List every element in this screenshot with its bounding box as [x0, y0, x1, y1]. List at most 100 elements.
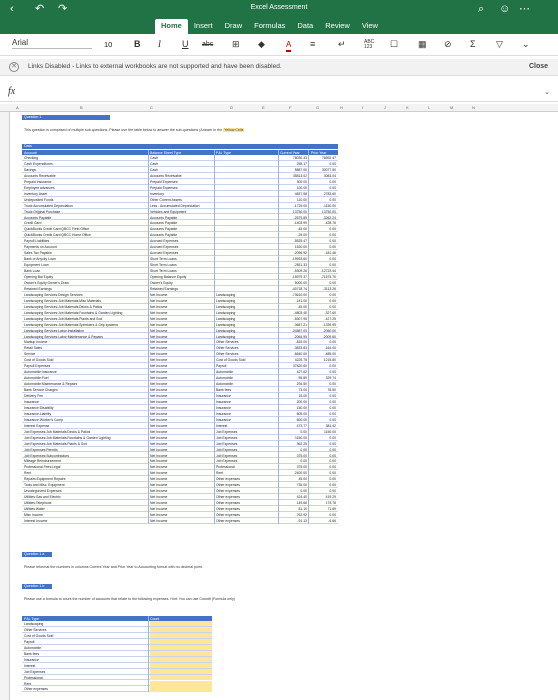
font-size-select[interactable]: 10 — [104, 40, 112, 49]
ribbon-more-icon[interactable]: ⌄ — [522, 39, 530, 50]
table-cell[interactable]: 0.00 — [310, 233, 336, 237]
table-cell[interactable]: Net Income — [150, 483, 212, 487]
table-cell[interactable]: 0.00 — [310, 483, 336, 487]
table-cell[interactable]: Cost of Goods Sold — [24, 358, 146, 362]
table-cell[interactable]: Inventory — [150, 192, 212, 196]
tab-insert[interactable]: Insert — [188, 19, 219, 34]
table-cell[interactable]: -3833.83 — [280, 346, 307, 350]
strikethrough-button[interactable]: abc — [202, 39, 213, 50]
table-cell[interactable]: Net Income — [150, 513, 212, 517]
table-cell[interactable]: 0.00 — [310, 370, 336, 374]
share-icon[interactable]: ☺ — [499, 3, 510, 15]
table-cell[interactable]: Net Income — [150, 335, 212, 339]
table-cell[interactable]: -2009.60 — [310, 335, 336, 339]
tab-view[interactable]: View — [356, 19, 384, 34]
table-cell[interactable]: 1215.80 — [310, 358, 336, 362]
table-cell[interactable]: 0.00 — [310, 293, 336, 297]
table-cell[interactable]: Net Income — [150, 293, 212, 297]
table-cell[interactable]: Net Income — [150, 370, 212, 374]
table-cell[interactable]: Owner's Equity — [150, 281, 212, 285]
sum-icon[interactable]: Σ — [470, 39, 476, 50]
pl-type-cell[interactable]: Cost of Goods Sold — [24, 634, 53, 638]
column-header[interactable]: L — [428, 105, 430, 110]
table-cell[interactable]: 110.00 — [280, 198, 307, 202]
count-answer-cell[interactable] — [150, 668, 212, 675]
count-answer-cell[interactable] — [150, 656, 212, 663]
table-cell[interactable]: Less - Accumulated Depreciation — [150, 204, 212, 208]
table-cell[interactable]: 3083.04 — [310, 174, 336, 178]
table-cell[interactable]: 4837.58 — [280, 192, 307, 196]
table-cell[interactable]: Professional — [216, 465, 278, 469]
table-icon[interactable]: ▦ — [418, 39, 427, 50]
table-cell[interactable]: -427.25 — [310, 317, 337, 321]
table-cell[interactable]: Job Expenses — [216, 454, 278, 458]
table-cell[interactable]: Other expenses — [216, 501, 278, 505]
table-cell[interactable]: 0.00 — [310, 186, 336, 190]
table-cell[interactable]: -5309.26 — [280, 269, 307, 273]
pl-type-cell[interactable]: Other Services — [24, 628, 46, 632]
table-cell[interactable]: Retained Earnings — [150, 287, 212, 291]
table-cell[interactable]: Short Term Loans — [150, 263, 212, 267]
table-cell[interactable]: Tools and Misc. Equipment — [24, 483, 146, 487]
table-cell[interactable]: 0.00 — [280, 448, 307, 452]
table-cell[interactable]: 0.00 — [310, 257, 336, 261]
table-cell[interactable]: 329.74 — [310, 376, 336, 380]
table-cell[interactable]: Savings — [24, 168, 146, 172]
table-cell[interactable]: 255.17 — [280, 162, 307, 166]
table-cell[interactable]: Inventory Asset — [24, 192, 146, 196]
table-cell[interactable]: 0.00 — [310, 454, 336, 458]
table-cell[interactable]: Bank Service Charges — [24, 388, 146, 392]
tab-data[interactable]: Data — [291, 19, 319, 34]
table-cell[interactable]: Bank Loan — [24, 269, 146, 273]
table-cell[interactable]: Truck:Original Purchase — [24, 210, 146, 214]
table-cell[interactable]: -3113.26 — [310, 287, 336, 291]
table-cell[interactable]: Landscaping — [216, 293, 278, 297]
borders-icon[interactable]: ⊞ — [232, 39, 240, 50]
table-cell[interactable]: Insurance:Worker's Comp — [24, 418, 146, 422]
count-answer-cell[interactable] — [150, 638, 212, 645]
pl-type-cell[interactable]: Professional — [24, 676, 43, 680]
table-cell[interactable]: Payroll Liabilities — [24, 239, 146, 243]
table-cell[interactable]: Net Income — [150, 376, 212, 380]
table-cell[interactable]: Insurance — [216, 406, 278, 410]
table-cell[interactable]: Cash Expenditures — [24, 162, 146, 166]
table-cell[interactable]: 0.00 — [310, 239, 336, 243]
column-header[interactable]: B — [80, 105, 83, 110]
close-button[interactable]: Close — [529, 63, 548, 70]
table-cell[interactable]: 5887.00 — [280, 168, 307, 172]
table-cell[interactable]: 0.00 — [310, 436, 336, 440]
table-cell[interactable]: -6.66 — [310, 519, 336, 523]
search-icon[interactable]: ⌕ — [478, 3, 484, 15]
table-cell[interactable]: Accounts Receivable — [24, 174, 146, 178]
table-cell[interactable]: 1520.00 — [280, 245, 307, 249]
table-cell[interactable]: Accounts Payable — [150, 227, 212, 231]
table-cell[interactable]: Landscaping Services:Job Materials:Misc … — [24, 299, 146, 303]
tab-review[interactable]: Review — [319, 19, 356, 34]
table-cell[interactable]: 375.00 — [280, 454, 307, 458]
table-cell[interactable]: Accounts Payable — [24, 216, 146, 220]
table-cell[interactable]: Net Income — [150, 299, 212, 303]
count-answer-cell[interactable] — [150, 621, 212, 627]
table-cell[interactable]: -1725.00 — [280, 204, 307, 208]
table-cell[interactable]: 0.00 — [310, 162, 336, 166]
table-cell[interactable]: Opening Balance Equity — [150, 275, 212, 279]
table-cell[interactable]: Insurance — [216, 418, 278, 422]
table-cell[interactable]: -12722.44 — [310, 269, 336, 273]
table-cell[interactable]: 0.00 — [310, 465, 336, 469]
column-header[interactable]: C — [150, 105, 153, 110]
table-cell[interactable]: Employee advances — [24, 186, 146, 190]
column-header[interactable]: H — [340, 105, 343, 110]
table-cell[interactable]: 0.00 — [310, 394, 336, 398]
table-cell[interactable]: -485.00 — [310, 352, 337, 356]
table-cell[interactable]: 0.00 — [310, 477, 336, 481]
table-cell[interactable]: -4803.40 — [280, 311, 307, 315]
table-cell[interactable]: Landscaping Services:Job Materials:Sprin… — [24, 323, 146, 327]
table-cell[interactable]: 0.00 — [310, 459, 336, 463]
table-cell[interactable]: Net Income — [150, 495, 212, 499]
table-cell[interactable]: 375.00 — [280, 465, 307, 469]
table-cell[interactable]: Job Expenses — [216, 436, 278, 440]
table-cell[interactable]: 0.00 — [310, 227, 336, 231]
table-cell[interactable]: 0.00 — [310, 245, 336, 249]
table-cell[interactable]: 30077.50 — [310, 168, 336, 172]
table-cell[interactable]: Other Current Assets — [150, 198, 212, 202]
